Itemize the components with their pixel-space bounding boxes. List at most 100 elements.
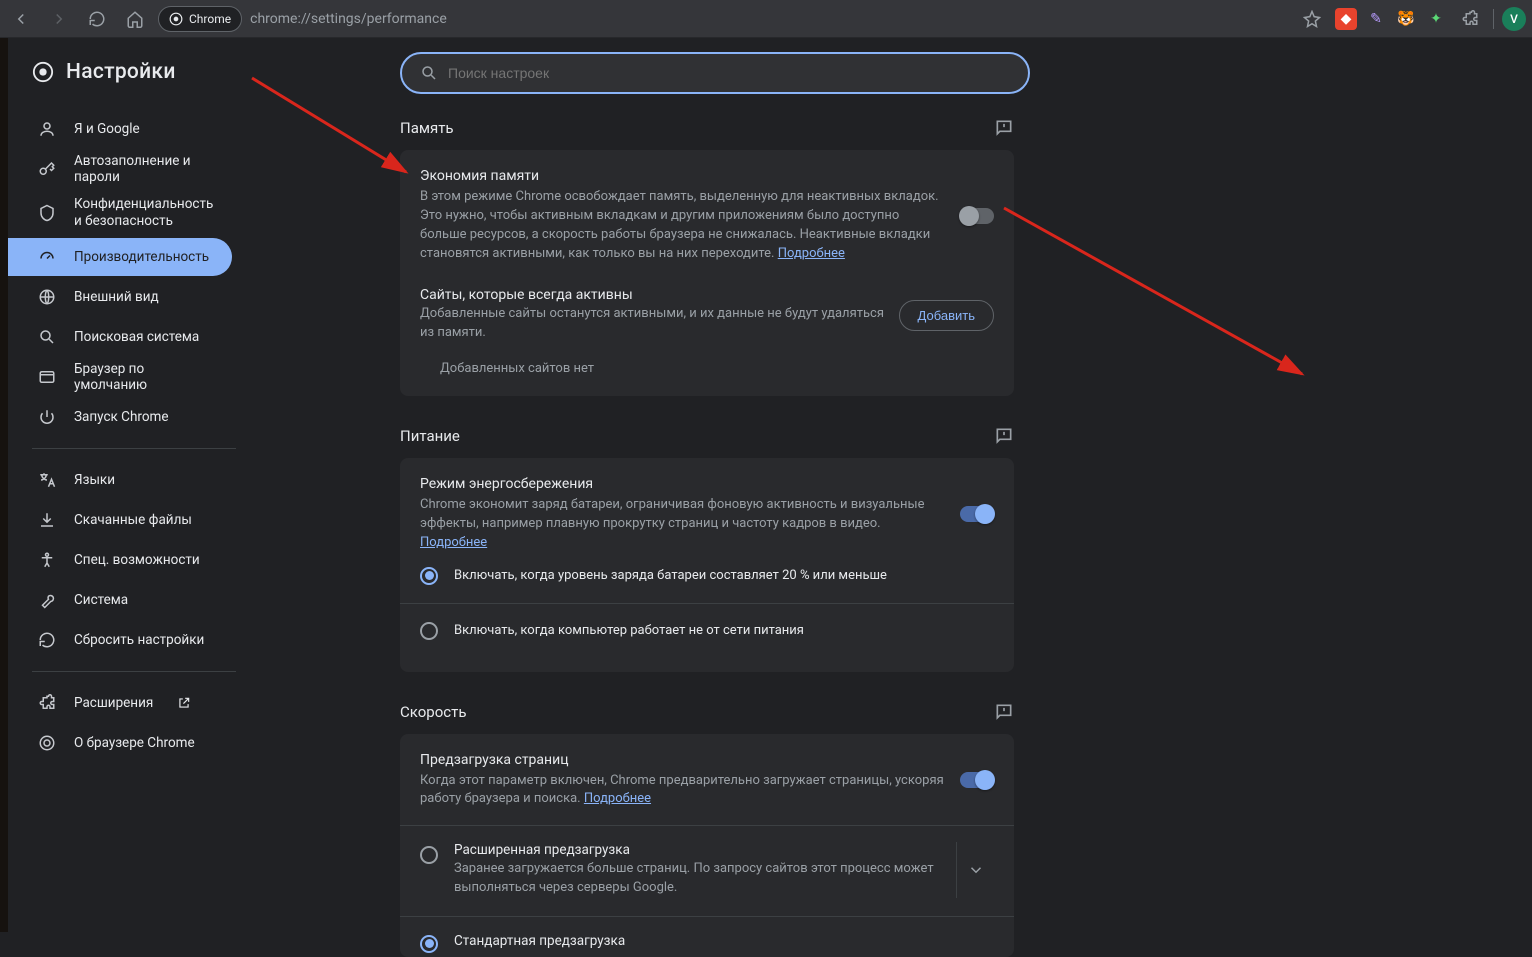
radio-icon xyxy=(420,935,438,953)
sidebar-item-accessibility[interactable]: Спец. возможности xyxy=(8,541,232,579)
memory-saver-title: Экономия памяти xyxy=(420,168,944,184)
search-icon xyxy=(38,328,56,346)
preload-card: Предзагрузка страниц Когда этот параметр… xyxy=(400,734,1014,957)
standard-preload-option[interactable]: Стандартная предзагрузка xyxy=(420,921,994,953)
energy-saver-toggle[interactable] xyxy=(960,506,994,522)
sidebar-item-label: Я и Google xyxy=(74,121,140,137)
energy-saver-title: Режим энергосбережения xyxy=(420,476,944,492)
extension-icon-3[interactable]: 🐯 xyxy=(1395,8,1417,30)
sidebar-item-startup[interactable]: Запуск Chrome xyxy=(8,398,232,436)
reload-button[interactable] xyxy=(82,4,112,34)
extended-preload-desc: Заранее загружается больше страниц. По з… xyxy=(454,860,940,898)
chrome-settings-logo xyxy=(32,61,54,83)
download-icon xyxy=(38,511,56,529)
sidebar-item-label: Внешний вид xyxy=(74,289,159,305)
radio-icon xyxy=(420,846,438,864)
sidebar-divider xyxy=(32,671,236,672)
sidebar-item-label: Система xyxy=(74,592,128,608)
browser-toolbar: Chrome chrome://settings/performance ◆ ✎… xyxy=(0,0,1532,38)
translate-icon xyxy=(38,471,56,489)
radio-icon xyxy=(420,622,438,640)
sidebar-item-label: Производительность xyxy=(74,249,209,265)
search-settings-field[interactable] xyxy=(400,52,1030,94)
sidebar-item-reset[interactable]: Сбросить настройки xyxy=(8,621,232,659)
back-button[interactable] xyxy=(6,4,36,34)
extension-icon-4[interactable]: ✦ xyxy=(1425,8,1447,30)
extended-preload-title: Расширенная предзагрузка xyxy=(454,842,940,858)
window-icon xyxy=(38,368,56,386)
divider xyxy=(400,916,1014,917)
section-heading-memory: Память xyxy=(400,119,454,137)
sidebar-item-label: Браузер по умолчанию xyxy=(74,361,212,393)
wrench-icon xyxy=(38,591,56,609)
divider xyxy=(400,825,1014,826)
sidebar-item-label: Автозаполнение и пароли xyxy=(74,153,212,185)
extensions-puzzle-icon[interactable] xyxy=(1455,4,1485,34)
chevron-down-icon xyxy=(967,861,985,879)
section-heading-power: Питание xyxy=(400,427,460,445)
sidebar-item-appearance[interactable]: Внешний вид xyxy=(8,278,232,316)
bookmark-star-icon[interactable] xyxy=(1297,4,1327,34)
window-gutter xyxy=(0,38,8,932)
sidebar-item-label: Конфиденциальность и безопасность xyxy=(74,196,213,230)
sidebar-item-performance[interactable]: Производительность xyxy=(8,238,232,276)
site-identity-label: Chrome xyxy=(189,12,231,26)
preload-learn-more-link[interactable]: Подробнее xyxy=(584,791,651,806)
power-icon xyxy=(38,408,56,426)
forward-button[interactable] xyxy=(44,4,74,34)
extension-icon-2[interactable]: ✎ xyxy=(1365,8,1387,30)
sidebar-item-default-browser[interactable]: Браузер по умолчанию xyxy=(8,358,232,396)
search-input[interactable] xyxy=(448,65,1010,81)
speedometer-icon xyxy=(38,248,56,266)
sidebar-item-label: О браузере Chrome xyxy=(74,735,195,751)
memory-saver-toggle[interactable] xyxy=(960,208,994,224)
sidebar-divider xyxy=(32,448,236,449)
energy-saver-desc: Chrome экономит заряд батареи, ограничив… xyxy=(420,496,944,553)
preload-title: Предзагрузка страниц xyxy=(420,752,944,768)
sidebar-item-label: Языки xyxy=(74,472,115,488)
memory-saver-desc: В этом режиме Chrome освобождает память,… xyxy=(420,188,944,263)
memory-learn-more-link[interactable]: Подробнее xyxy=(778,246,845,261)
preload-toggle[interactable] xyxy=(960,772,994,788)
profile-avatar[interactable]: V xyxy=(1502,7,1526,31)
sidebar-item-system[interactable]: Система xyxy=(8,581,232,619)
sidebar-item-privacy[interactable]: Конфиденциальность и безопасность xyxy=(8,190,232,236)
extension-icon-1[interactable]: ◆ xyxy=(1335,8,1357,30)
sidebar-item-extensions[interactable]: Расширения xyxy=(8,684,232,722)
key-icon xyxy=(38,160,56,178)
add-site-button[interactable]: Добавить xyxy=(899,300,994,331)
section-heading-speed: Скорость xyxy=(400,703,466,721)
energy-option-battery-20[interactable]: Включать, когда уровень заряда батареи с… xyxy=(420,553,994,599)
sidebar-item-search-engine[interactable]: Поисковая система xyxy=(8,318,232,356)
feedback-icon[interactable] xyxy=(994,702,1014,722)
energy-learn-more-link[interactable]: Подробнее xyxy=(420,535,487,550)
energy-option-unplugged[interactable]: Включать, когда компьютер работает не от… xyxy=(420,608,994,654)
sidebar-item-you-and-google[interactable]: Я и Google xyxy=(8,110,232,148)
always-active-title: Сайты, которые всегда активны xyxy=(420,287,899,303)
extended-preload-option[interactable]: Расширенная предзагрузка Заранее загружа… xyxy=(420,830,994,912)
feedback-icon[interactable] xyxy=(994,426,1014,446)
sidebar-item-autofill[interactable]: Автозаполнение и пароли xyxy=(8,150,232,188)
sidebar-item-languages[interactable]: Языки xyxy=(8,461,232,499)
settings-title: Настройки xyxy=(66,60,176,84)
sidebar-item-label: Запуск Chrome xyxy=(74,409,169,425)
sidebar-item-downloads[interactable]: Скачанные файлы xyxy=(8,501,232,539)
home-button[interactable] xyxy=(120,4,150,34)
reset-icon xyxy=(38,631,56,649)
expand-chevron[interactable] xyxy=(956,842,994,898)
feedback-icon[interactable] xyxy=(994,118,1014,138)
external-link-icon xyxy=(177,696,191,710)
standard-preload-title: Стандартная предзагрузка xyxy=(454,933,994,949)
sidebar-item-label: Поисковая система xyxy=(74,329,199,345)
no-sites-message: Добавленных сайтов нет xyxy=(420,343,994,378)
sidebar-item-label: Спец. возможности xyxy=(74,552,200,568)
preload-desc: Когда этот параметр включен, Chrome пред… xyxy=(420,772,944,810)
sidebar-item-label: Сбросить настройки xyxy=(74,632,204,648)
puzzle-icon xyxy=(38,694,56,712)
settings-sidebar: Настройки Я и Google Автозаполнение и па… xyxy=(8,38,260,932)
toolbar-divider xyxy=(1493,9,1494,29)
address-bar[interactable]: chrome://settings/performance xyxy=(250,11,1289,27)
sidebar-item-about[interactable]: О браузере Chrome xyxy=(8,724,232,762)
person-icon xyxy=(38,120,56,138)
site-identity-chip[interactable]: Chrome xyxy=(158,6,242,32)
